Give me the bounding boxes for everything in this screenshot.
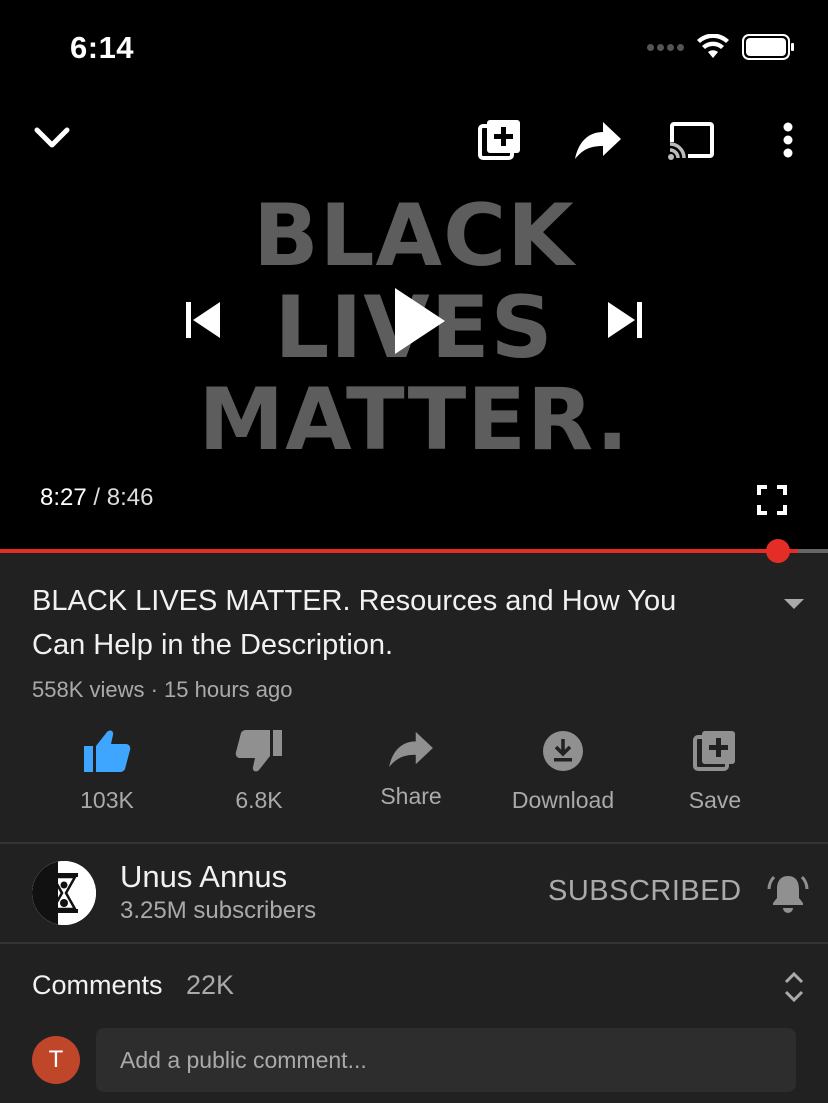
notification-bell-button[interactable] <box>766 871 810 920</box>
time-separator: / <box>93 484 101 511</box>
hourglass-logo-icon <box>32 861 96 925</box>
bell-ringing-icon <box>767 875 809 913</box>
frame-text-line: MATTER. <box>198 370 630 470</box>
download-button[interactable]: Download <box>488 729 638 814</box>
more-options-button[interactable] <box>772 118 804 162</box>
more-vertical-icon <box>783 122 793 158</box>
fullscreen-icon <box>757 485 787 515</box>
thumbs-down-icon <box>235 730 282 772</box>
play-icon <box>395 288 445 354</box>
save-label: Save <box>688 787 742 813</box>
action-bar: 103K 6.8K Share Download Save <box>0 729 828 819</box>
status-indicators <box>647 34 796 60</box>
wifi-icon <box>697 34 729 58</box>
progress-bar[interactable] <box>0 539 828 563</box>
share-button[interactable]: Share <box>336 729 486 810</box>
cellular-signal-icon <box>647 43 684 51</box>
subscribed-button[interactable]: SUBSCRIBED <box>548 875 742 908</box>
skip-previous-icon <box>186 302 220 338</box>
cast-button[interactable] <box>666 116 718 164</box>
comments-count: 22K <box>186 970 235 1000</box>
current-time: 8:27 <box>40 484 87 511</box>
fullscreen-button[interactable] <box>754 482 790 518</box>
expand-comments-button[interactable] <box>782 970 806 1009</box>
minimize-button[interactable] <box>30 116 74 160</box>
progress-scrubber[interactable] <box>766 539 791 563</box>
channel-name[interactable]: Unus Annus <box>120 859 287 895</box>
download-label: Download <box>511 787 615 813</box>
playlist-add-icon <box>478 120 520 160</box>
dislike-count: 6.8K <box>235 787 283 813</box>
skip-next-icon <box>608 302 642 338</box>
chevron-down-icon <box>34 127 70 148</box>
dislike-button[interactable]: 6.8K <box>184 729 334 814</box>
previous-button[interactable] <box>180 298 224 342</box>
download-icon <box>543 731 583 771</box>
battery-icon <box>742 34 794 60</box>
like-button[interactable]: 103K <box>32 729 182 814</box>
playback-time: 8:27 / 8:46 <box>40 484 153 512</box>
progress-fill <box>0 549 799 553</box>
add-to-playlist-button[interactable] <box>476 116 524 164</box>
share-icon <box>389 731 433 768</box>
cast-icon <box>668 122 714 160</box>
video-player[interactable]: 6:14 BLACK MATTER. 8:27 / 8:46 <box>0 0 828 551</box>
playlist-add-icon <box>693 731 735 771</box>
share-arrow-icon <box>575 122 621 159</box>
comment-input[interactable] <box>96 1028 796 1092</box>
channel-row: Unus Annus 3.25M subscribers SUBSCRIBED <box>0 845 828 943</box>
subscriber-count: 3.25M subscribers <box>120 897 317 924</box>
divider <box>0 842 828 844</box>
channel-avatar[interactable] <box>32 861 96 925</box>
player-share-button[interactable] <box>572 116 624 164</box>
video-title[interactable]: BLACK LIVES MATTER. Resources and How Yo… <box>32 579 732 667</box>
video-meta: 558K views · 15 hours ago <box>32 677 293 702</box>
user-avatar: T <box>32 1036 80 1084</box>
divider <box>0 942 828 944</box>
save-button[interactable]: Save <box>640 729 790 814</box>
frame-text-line: BLACK <box>253 186 575 286</box>
status-time: 6:14 <box>70 30 135 65</box>
expand-description-icon[interactable] <box>784 599 804 609</box>
unfold-icon <box>784 971 804 1003</box>
like-count: 103K <box>80 787 134 813</box>
total-time: 8:46 <box>106 484 154 511</box>
comments-heading[interactable]: Comments <box>32 970 163 1001</box>
play-button[interactable] <box>386 282 452 360</box>
thumbs-up-icon <box>84 730 131 772</box>
share-label: Share <box>380 783 442 809</box>
next-button[interactable] <box>604 298 648 342</box>
